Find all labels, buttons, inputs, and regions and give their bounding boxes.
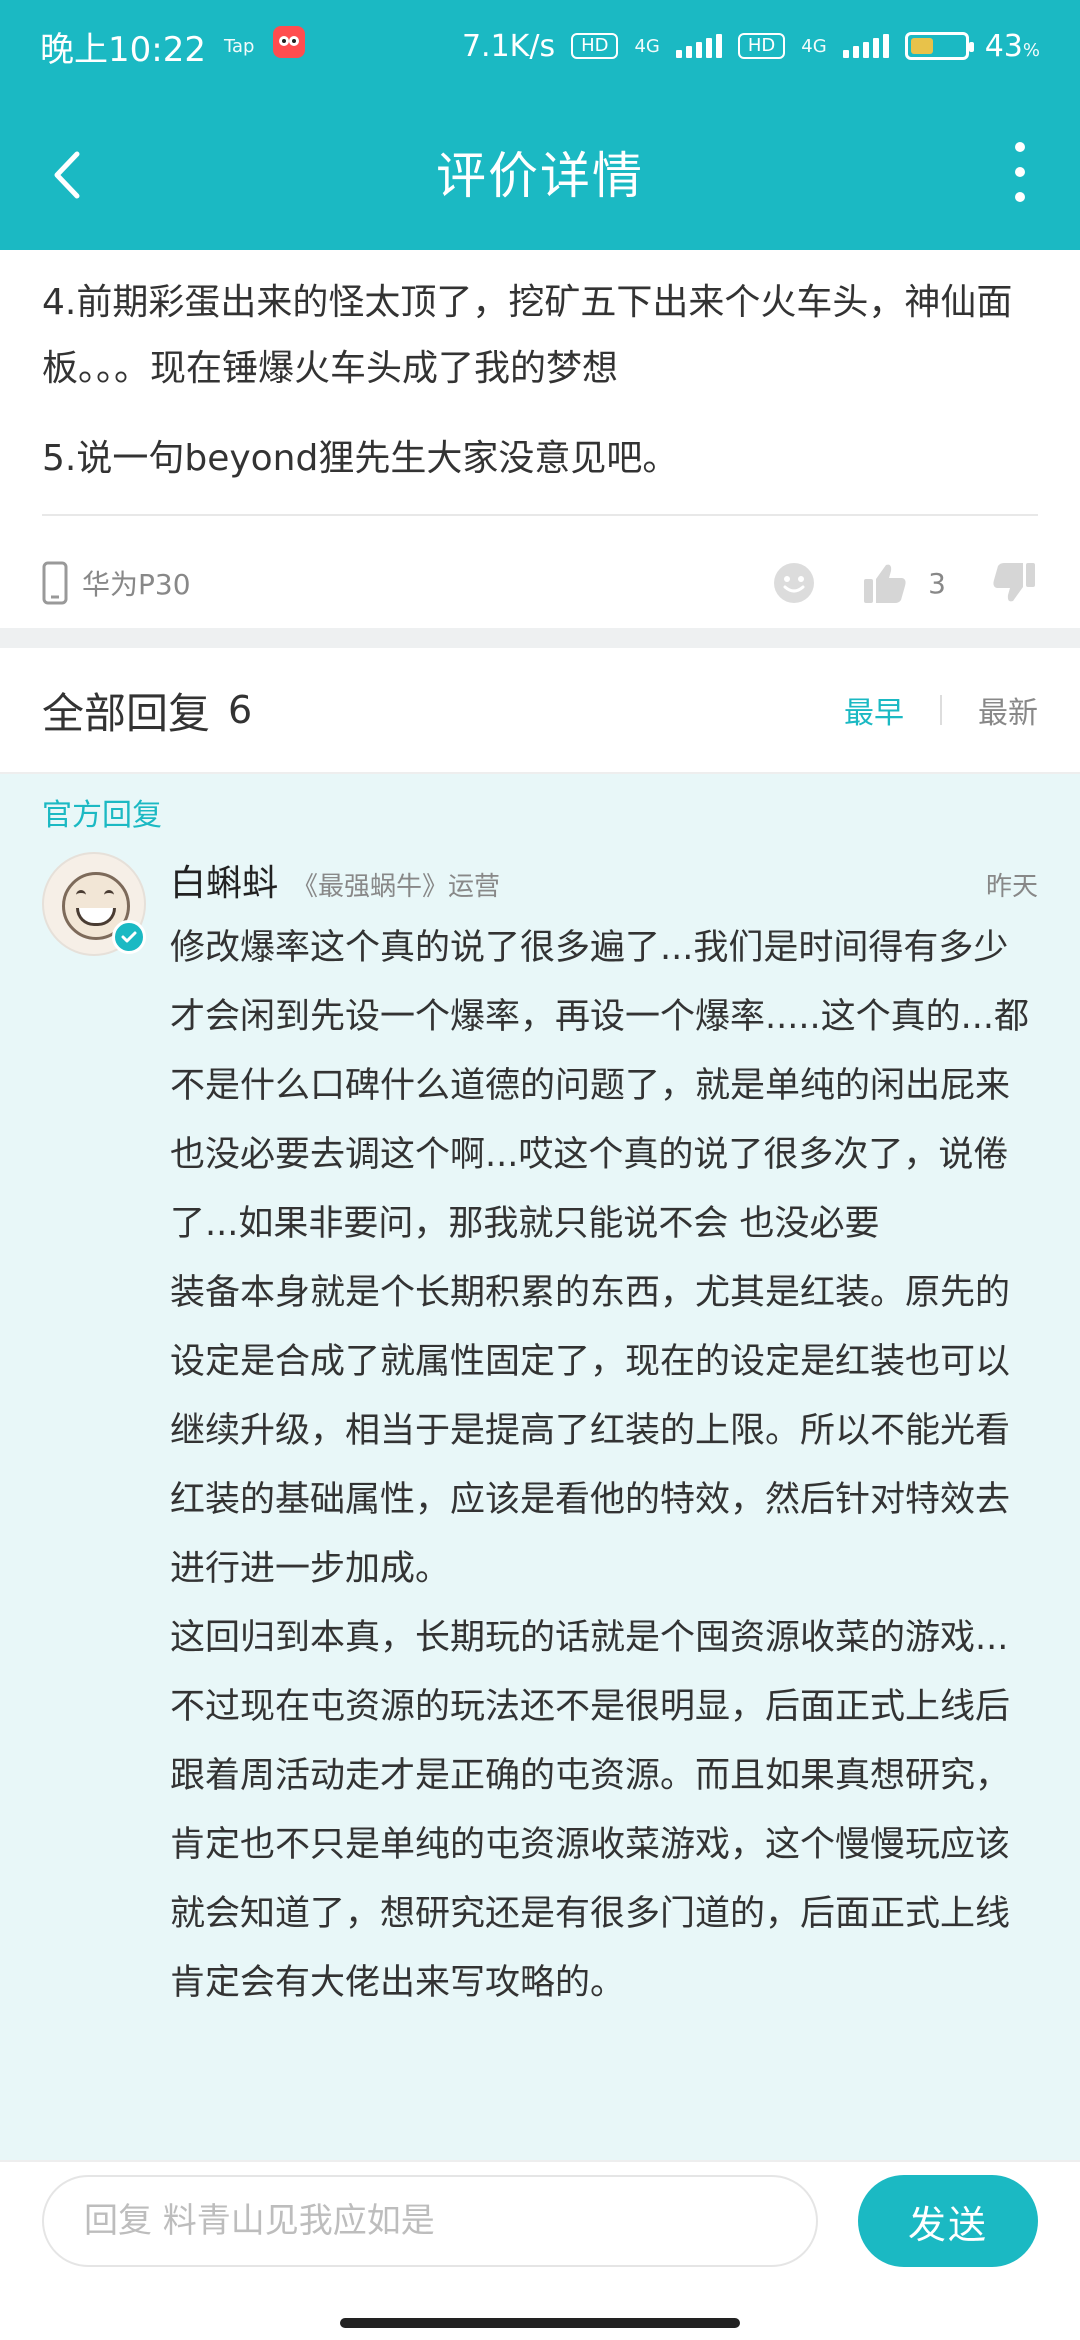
- reply-author-role: 《最强蜗牛》运营: [292, 872, 501, 902]
- review-line-5: 5.说一句beyond狸先生大家没意见吧。: [42, 438, 679, 479]
- status-bar: 晚上10:22 Tap 7.1K/s HD 4G HD 4G 43%: [0, 0, 1080, 92]
- hd-badge: HD: [571, 33, 619, 59]
- battery-icon: [904, 32, 974, 60]
- official-reply: 官方回复 白蝌蚪 《最强蜗牛》运营 昨天 修改爆率这个真的说了很多遍了...我们…: [0, 774, 1080, 2160]
- network-speed: 7.1K/s: [461, 28, 556, 64]
- reply-content: 修改爆率这个真的说了很多遍了...我们是时间得有多少才会闲到先设一个爆率，再设一…: [170, 914, 1038, 2018]
- replies-title: 全部回复: [42, 688, 211, 738]
- tap-app-badge: Tap: [223, 35, 255, 57]
- sort-controls: 最早 最新: [844, 688, 1038, 732]
- review-meta-row: 华为P30 3: [42, 538, 1038, 628]
- reply-paragraph-3: 这回归到本真，长期玩的话就是个囤资源收菜的游戏...不过现在屯资源的玩法还不是很…: [170, 1618, 1011, 2003]
- official-reply-label: 官方回复: [42, 798, 162, 833]
- status-left: 晚上10:22 Tap: [40, 22, 306, 71]
- page-title: 评价详情: [436, 147, 644, 205]
- reply-paragraph-1: 修改爆率这个真的说了很多遍了...我们是时间得有多少才会闲到先设一个爆率，再设一…: [170, 928, 1030, 1244]
- like-count: 3: [928, 566, 946, 600]
- reply-paragraph-2: 装备本身就是个长期积累的东西，尤其是红装。原先的设定是合成了就属性固定了，现在的…: [170, 1273, 1011, 1589]
- gesture-area: [0, 2280, 1080, 2340]
- review-line-4: 4.前期彩蛋出来的怪太顶了，挖矿五下出来个火车头，神仙面板。。。现在锤爆火车头成…: [42, 282, 1013, 389]
- home-indicator[interactable]: [340, 2318, 740, 2328]
- more-button[interactable]: [1000, 142, 1040, 202]
- app-notification-icon: [272, 25, 306, 68]
- review-excerpt: 4.前期彩蛋出来的怪太顶了，挖矿五下出来个火车头，神仙面板。。。现在锤爆火车头成…: [0, 250, 1080, 628]
- replies-header: 全部回复 6 最早 最新: [0, 648, 1080, 774]
- like-button[interactable]: 3: [862, 561, 946, 605]
- reply-time: 昨天: [985, 872, 1038, 902]
- reply-input-bar: 发送: [0, 2160, 1080, 2280]
- review-actions: 3: [770, 559, 1038, 607]
- app-root: 晚上10:22 Tap 7.1K/s HD 4G HD 4G 43% 评价详情 …: [0, 0, 1080, 2340]
- more-vertical-icon: [1015, 142, 1025, 152]
- replies-count: 6: [228, 688, 253, 732]
- sort-latest-tab[interactable]: 最新: [978, 688, 1038, 732]
- reply-input[interactable]: [42, 2175, 818, 2267]
- verified-badge-icon: [112, 920, 146, 954]
- reply-author-name[interactable]: 白蝌蚪: [170, 854, 278, 906]
- status-right: 7.1K/s HD 4G HD 4G 43%: [462, 29, 1040, 64]
- emoji-button[interactable]: [770, 559, 818, 607]
- page-header: 评价详情: [0, 92, 1080, 250]
- network-type-label: 4G: [634, 35, 660, 57]
- battery-percent: 43: [984, 28, 1023, 64]
- sort-separator: [940, 695, 942, 725]
- network-type-label-2: 4G: [801, 35, 827, 57]
- device-name: 华为P30: [82, 568, 191, 601]
- section-gap: [0, 628, 1080, 648]
- battery-percent-sign: %: [1022, 39, 1040, 61]
- status-time: 晚上10:22: [40, 29, 206, 70]
- dislike-button[interactable]: [990, 559, 1038, 607]
- phone-icon: [42, 561, 68, 605]
- sort-earliest-tab[interactable]: 最早: [844, 688, 904, 732]
- reply-header-row: 白蝌蚪 《最强蜗牛》运营 昨天: [170, 854, 1038, 906]
- hd-badge-2: HD: [737, 33, 786, 59]
- device-info: 华为P30: [42, 561, 191, 605]
- send-button[interactable]: 发送: [858, 2175, 1038, 2267]
- battery-level: 43%: [985, 29, 1040, 64]
- signal-icon-2: [842, 34, 889, 58]
- thumbs-up-icon: [864, 564, 906, 603]
- signal-icon: [675, 34, 722, 58]
- thumbs-down-icon: [993, 563, 1035, 602]
- emoji-icon: [774, 563, 815, 603]
- review-divider: [42, 514, 1038, 516]
